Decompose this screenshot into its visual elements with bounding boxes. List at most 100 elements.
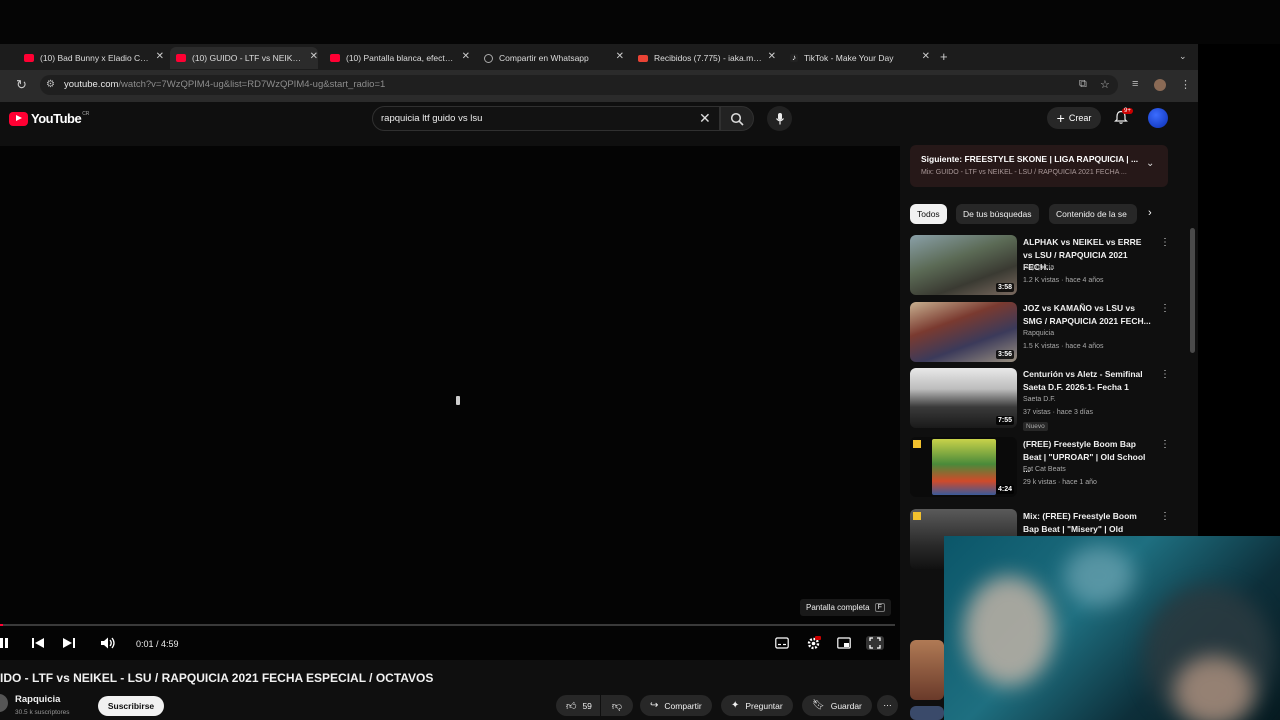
video-thumbnail[interactable]: 7:55 (910, 368, 1017, 428)
tab-whatsapp[interactable]: Compartir en Whatsapp ✕ (478, 47, 624, 69)
ask-button[interactable]: ✦ Preguntar (721, 695, 793, 716)
like-button[interactable]: 👍︎ 59 (556, 695, 600, 716)
more-vertical-icon[interactable]: ⋮ (1160, 369, 1170, 380)
tab-gmail[interactable]: Recibidos (7.775) - iaka.musi ✕ (632, 47, 776, 69)
more-vertical-icon[interactable]: ⋮ (1160, 237, 1170, 248)
video-title-link[interactable]: Mix: (FREE) Freestyle Boom Bap Beat | "M… (1023, 510, 1153, 534)
bookmark-icon: 🔖︎ (812, 700, 825, 711)
tab-bad-bunny[interactable]: (10) Bad Bunny x Eladio Carri ✕ (18, 47, 164, 69)
youtube-logo[interactable]: YouTube CR (9, 111, 89, 126)
video-channel[interactable]: Rapquicia (1023, 330, 1054, 337)
sidebar-scrollbar[interactable] (1190, 228, 1195, 353)
video-title-link[interactable]: Centurión vs Aletz - Semifinal Saeta D.F… (1023, 368, 1153, 393)
skip-previous-icon (32, 638, 44, 648)
close-icon[interactable]: ✕ (156, 51, 164, 62)
channel-name[interactable]: Rapquicia (15, 694, 60, 705)
tab-title: Compartir en Whatsapp (499, 53, 589, 63)
video-channel[interactable]: Fat Cat Beats (1023, 466, 1066, 473)
chip-related-content[interactable]: Contenido de la se (1049, 204, 1137, 224)
sparkle-icon: ✦ (731, 700, 740, 711)
progress-played (0, 624, 3, 626)
new-tab-button[interactable]: + (940, 49, 948, 64)
logo-country: CR (82, 110, 90, 117)
more-actions-button[interactable]: ⋯ (877, 695, 898, 716)
tab-pantalla-blanca[interactable]: (10) Pantalla blanca, efecto a ✕ (324, 47, 470, 69)
tab-guido-active[interactable]: (10) GUIDO - LTF vs NEIKEL - ✕ (170, 47, 318, 69)
save-button[interactable]: 🔖︎ Guardar (802, 695, 872, 716)
video-meta: 29 k vistas · hace 1 año (1023, 479, 1097, 486)
video-channel[interactable]: Saeta D.F. (1023, 396, 1056, 403)
miniplayer-button[interactable] (837, 637, 851, 652)
settings-button[interactable] (806, 636, 821, 654)
close-icon[interactable]: ✕ (922, 51, 930, 62)
fullscreen-tooltip: Pantalla completa F (800, 599, 891, 616)
ask-label: Preguntar (745, 700, 783, 711)
background-light-blur (1064, 546, 1134, 606)
close-icon[interactable]: ✕ (310, 51, 318, 62)
dislike-button[interactable]: 👎︎ (601, 695, 633, 716)
youtube-icon (330, 54, 340, 62)
video-thumbnail[interactable] (910, 640, 944, 700)
url-text[interactable]: youtube.com/watch?v=7WzQPIM4-ug&list=RD7… (64, 79, 385, 90)
plus-icon: + (1056, 110, 1065, 126)
share-label: Compartir (664, 700, 702, 711)
video-duration: 3:56 (995, 350, 1014, 359)
youtube-logo-icon (9, 111, 28, 126)
browser-menu-icon[interactable]: ⋮ (1180, 78, 1191, 91)
chevron-right-icon[interactable]: › (1148, 207, 1152, 219)
chip-all[interactable]: Todos (910, 204, 947, 224)
chevron-down-icon[interactable]: ⌄ (1146, 158, 1154, 169)
previous-button[interactable] (31, 637, 45, 652)
video-thumbnail[interactable]: 3:58 (910, 235, 1017, 295)
thumbs-down-icon: 👎︎ (611, 700, 623, 712)
install-app-icon[interactable]: ⧉ (1079, 78, 1087, 91)
subscribe-button[interactable]: Suscribirse (98, 696, 164, 716)
video-meta: 1.5 K vistas · hace 4 años (1023, 343, 1104, 350)
video-title: IDO - LTF vs NEIKEL - LSU / RAPQUICIA 20… (0, 671, 434, 685)
tab-strip: (10) Bad Bunny x Eladio Carri ✕ (10) GUI… (0, 44, 1198, 70)
account-avatar[interactable] (1148, 108, 1168, 128)
more-vertical-icon[interactable]: ⋮ (1160, 439, 1170, 450)
tooltip-text: Pantalla completa (806, 603, 870, 612)
time-display: 0:01 / 4:59 (136, 639, 179, 649)
notifications-badge: 9+ (1122, 108, 1133, 114)
search-query[interactable]: rapquicia ltf guido vs lsu (381, 113, 482, 124)
clear-search-icon[interactable]: ✕ (699, 110, 711, 127)
pause-button[interactable] (0, 637, 8, 649)
playlist-marker (913, 512, 921, 520)
tab-tiktok[interactable]: ♪ TikTok - Make Your Day ✕ (784, 47, 930, 69)
bookmark-star-icon[interactable]: ☆ (1100, 78, 1110, 91)
video-thumbnail[interactable]: 4:24 (910, 437, 1017, 497)
site-info-icon[interactable]: ⚙ (46, 79, 55, 90)
reload-icon[interactable]: ↻ (16, 77, 27, 93)
profile-avatar[interactable] (1154, 79, 1166, 91)
progress-bar[interactable] (0, 624, 895, 626)
video-player[interactable] (0, 146, 900, 660)
share-button[interactable]: ↪ Compartir (640, 695, 712, 716)
screen-top-bar (0, 0, 1280, 44)
volume-button[interactable] (100, 636, 116, 653)
tab-title: (10) Pantalla blanca, efecto a (346, 53, 456, 63)
close-icon[interactable]: ✕ (616, 51, 624, 62)
voice-search-button[interactable] (767, 106, 792, 131)
video-thumbnail[interactable]: 3:56 (910, 302, 1017, 362)
close-icon[interactable]: ✕ (462, 51, 470, 62)
up-next-panel[interactable] (910, 145, 1168, 187)
more-vertical-icon[interactable]: ⋮ (1160, 303, 1170, 314)
video-thumbnail[interactable] (910, 706, 944, 720)
fullscreen-button[interactable] (866, 636, 884, 650)
more-horizontal-icon: ⋯ (883, 700, 892, 710)
video-channel[interactable]: Rapquicia (1023, 264, 1054, 271)
create-button[interactable]: + Crear (1047, 107, 1101, 129)
tab-search-icon[interactable]: ⌄ (1179, 51, 1187, 62)
subtitles-button[interactable] (775, 637, 789, 652)
share-icon: ↪ (650, 700, 659, 711)
search-button[interactable] (720, 106, 754, 131)
extensions-icon[interactable]: ≡ (1132, 78, 1138, 90)
next-button[interactable] (62, 637, 76, 652)
more-vertical-icon[interactable]: ⋮ (1160, 511, 1170, 522)
chip-from-searches[interactable]: De tus búsquedas (956, 204, 1039, 224)
fullscreen-icon (869, 637, 881, 649)
close-icon[interactable]: ✕ (768, 51, 776, 62)
video-title-link[interactable]: JOZ vs KAMAÑO vs LSU vs SMG / RAPQUICIA … (1023, 302, 1153, 327)
